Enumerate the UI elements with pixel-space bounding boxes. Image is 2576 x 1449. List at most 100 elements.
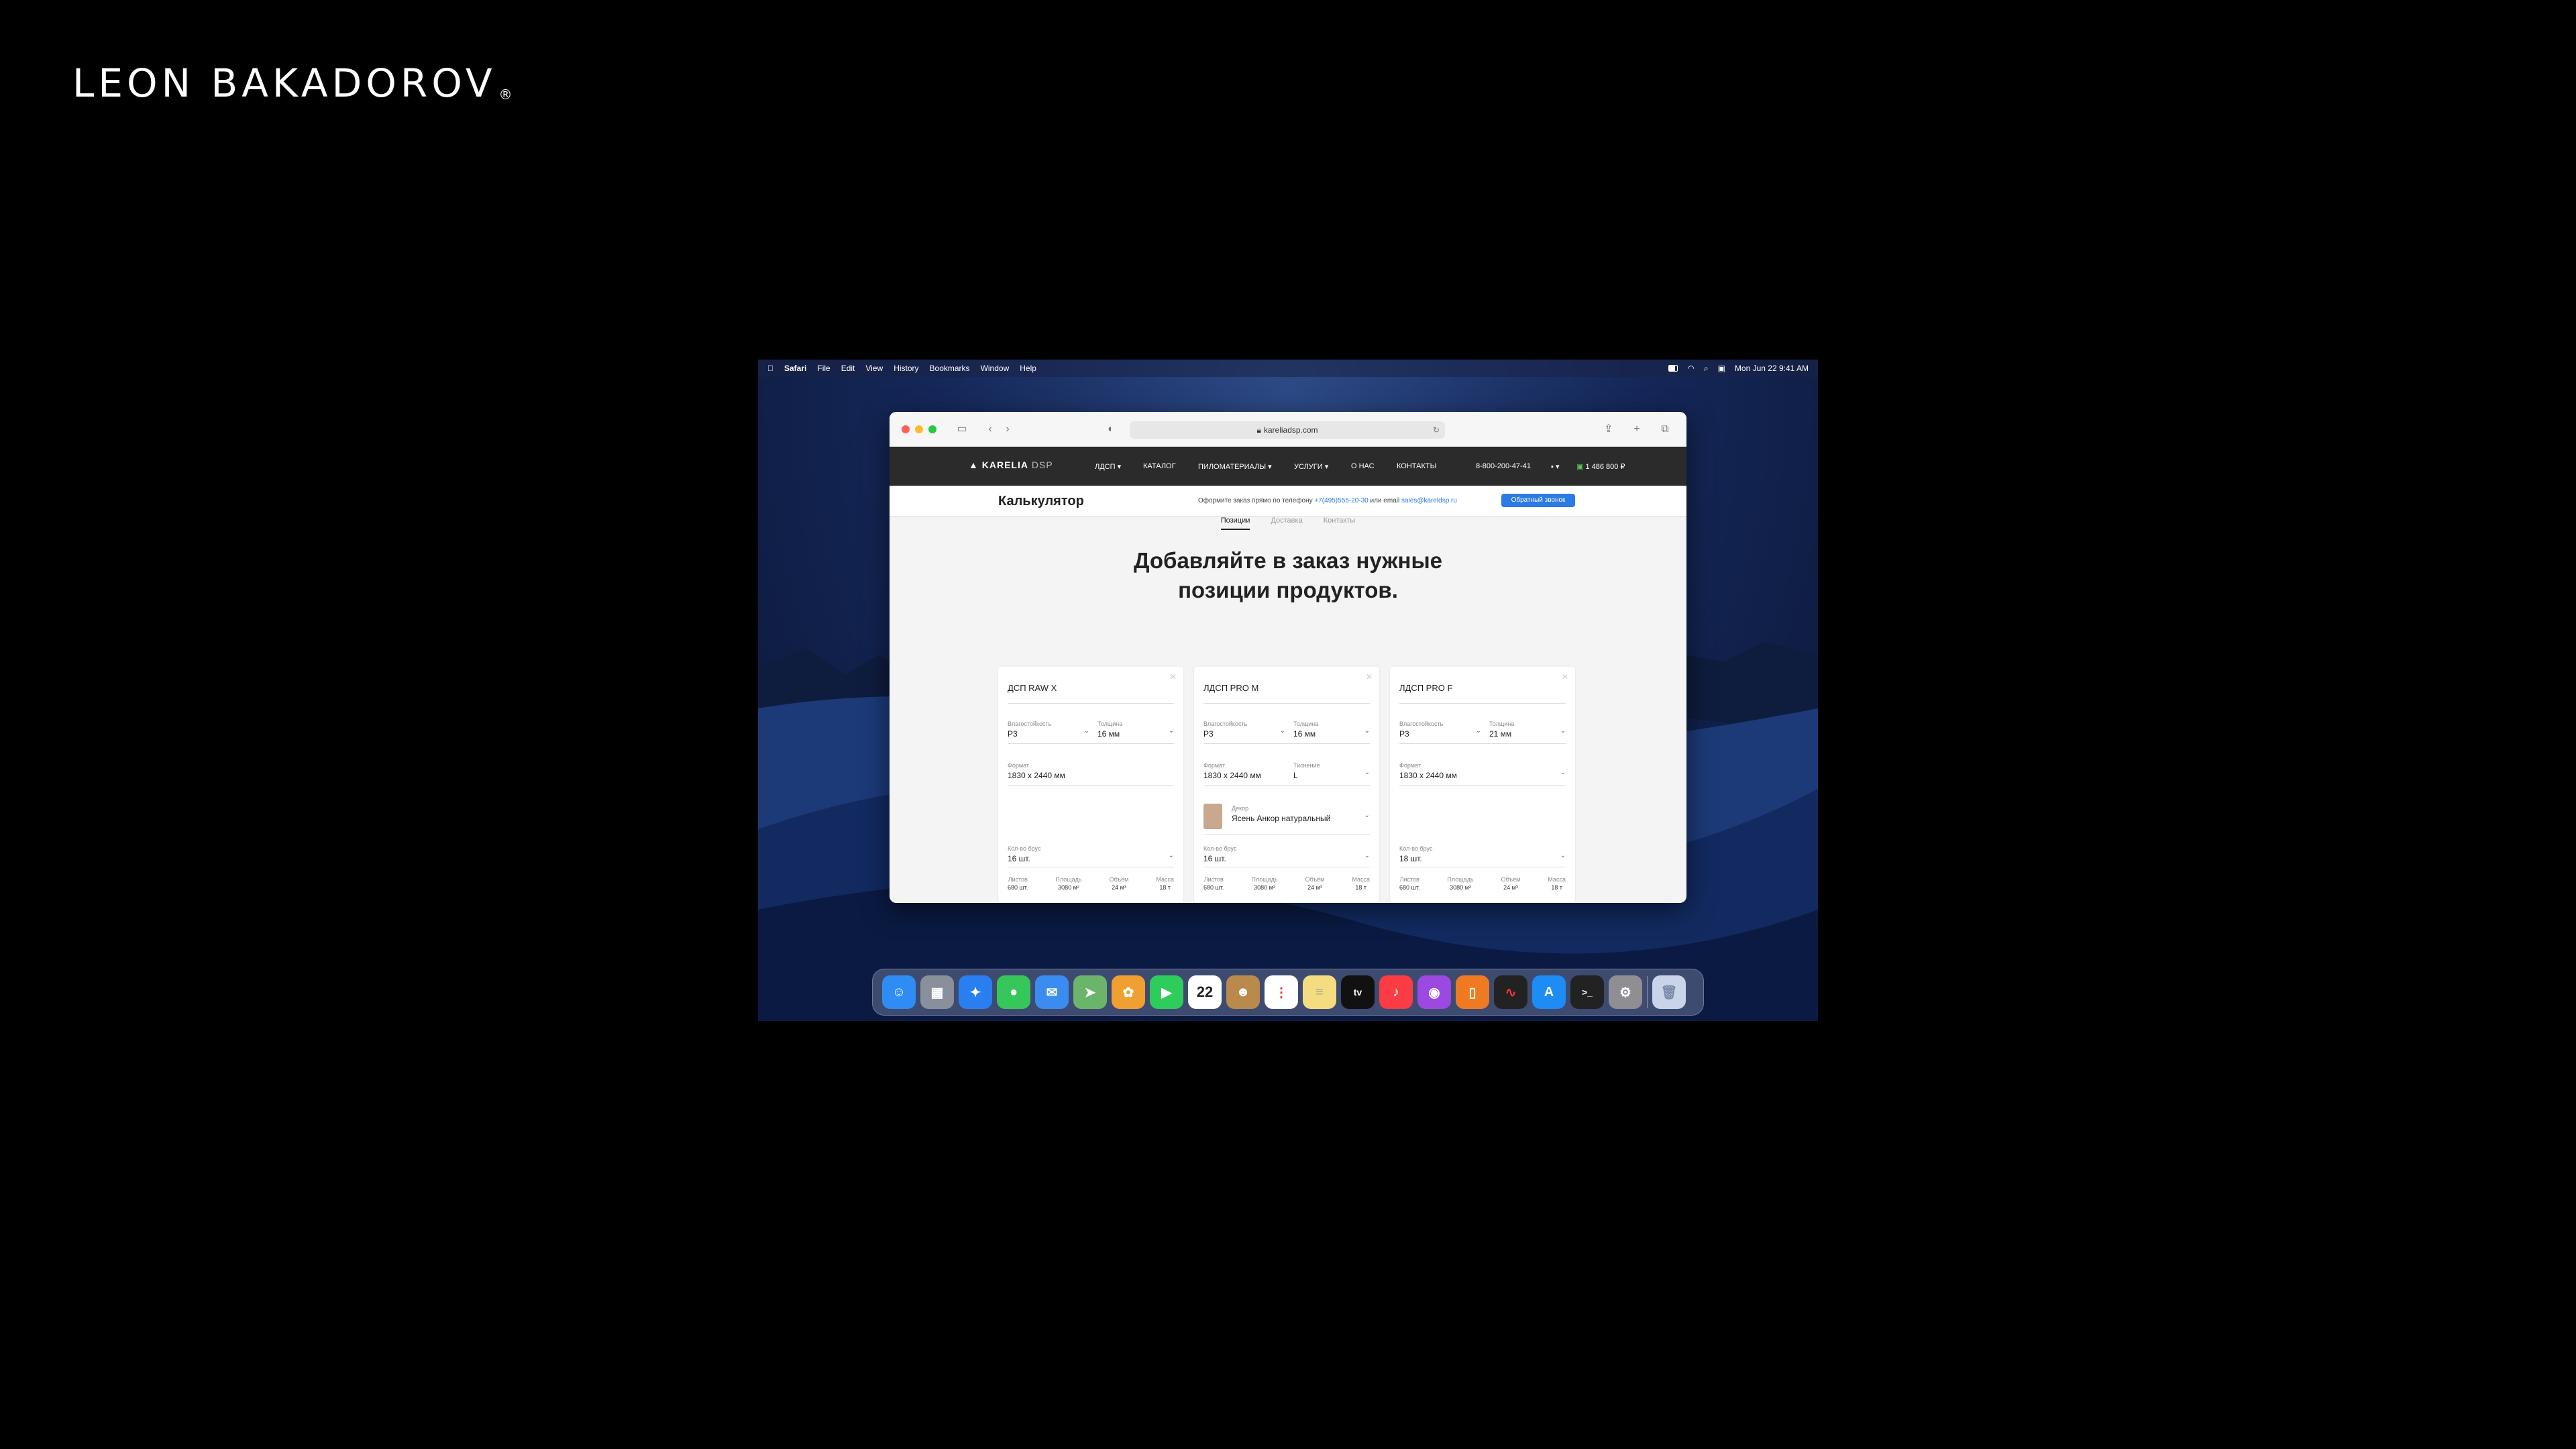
product-card: ДСП RAW X ✕ Влагостойкость Р3 ⌄ Толщина 16 … — [998, 667, 1183, 903]
nav-services[interactable]: УСЛУГИ ▾ — [1294, 462, 1328, 471]
cart-icon: ▣ — [1576, 463, 1586, 471]
apple-icon[interactable]:  — [767, 364, 773, 373]
quantity-select[interactable]: Кол-во брус 18 шт. ⌄ — [1399, 845, 1566, 863]
moisture-select[interactable]: Влагостойкость Р3 ⌄ — [1203, 720, 1285, 739]
spotlight-search-icon[interactable]: ⌕ — [1704, 364, 1709, 374]
tab-overview-icon[interactable]: ⧉ — [1658, 423, 1672, 436]
control-center-icon[interactable]: ▣ — [1718, 364, 1725, 373]
quantity-select[interactable]: Кол-во брус 16 шт. ⌄ — [1008, 845, 1174, 863]
address-url: kareliadsp.com — [1263, 425, 1318, 435]
minimize-window-button[interactable] — [915, 425, 923, 433]
format-field[interactable]: Формат 1830 х 2440 мм — [1008, 762, 1174, 780]
chevron-down-icon: ⌄ — [1364, 727, 1370, 735]
card-stats: Листов 680 шт. Площадь 3080 м² Объём 24 м³ … — [1203, 876, 1370, 891]
address-bar[interactable]: 🔒︎ kareliadsp.com ↻ — [1130, 421, 1445, 439]
reminders-icon[interactable]: ⋮ — [1265, 975, 1298, 1009]
remove-card-icon[interactable]: ✕ — [1170, 672, 1177, 682]
emboss-select[interactable]: Тиснение L ⌄ — [1293, 762, 1370, 780]
menu-edit[interactable]: Edit — [841, 364, 855, 373]
chevron-down-icon: ⌄ — [1560, 852, 1566, 859]
new-tab-icon[interactable]: + — [1630, 423, 1644, 436]
mail-icon[interactable]: ✉ — [1035, 975, 1069, 1009]
chevron-down-icon: ⌄ — [1168, 727, 1174, 735]
thickness-select[interactable]: Толщина 21 мм ⌄ — [1489, 720, 1566, 739]
menu-view[interactable]: View — [865, 364, 883, 373]
contacts-icon[interactable]: ☻ — [1226, 975, 1260, 1009]
format-field[interactable]: Формат 1830 х 2440 мм — [1203, 762, 1285, 780]
moisture-select[interactable]: Влагостойкость Р3 ⌄ — [1008, 720, 1089, 739]
share-icon[interactable]: ⇪ — [1602, 423, 1615, 436]
thickness-select[interactable]: Толщина 16 мм ⌄ — [1293, 720, 1370, 739]
menu-window[interactable]: Window — [981, 364, 1010, 373]
nav-contacts[interactable]: КОНТАКТЫ — [1397, 462, 1436, 470]
format-select[interactable]: Формат 1830 х 2440 мм ⌄ — [1399, 762, 1566, 780]
trash-icon[interactable]: 🗑︎ — [1652, 975, 1686, 1009]
remove-card-icon[interactable]: ✕ — [1366, 672, 1373, 682]
messages-icon[interactable]: ● — [997, 975, 1030, 1009]
privacy-shield-icon[interactable]: ◐ — [1104, 423, 1118, 436]
chevron-down-icon: ⌄ — [1168, 852, 1174, 859]
moisture-select[interactable]: Влагостойкость Р3 ⌄ — [1399, 720, 1481, 739]
decor-select[interactable]: Декор Ясень Анкор натуральный ⌄ — [1232, 805, 1370, 823]
product-title: ДСП RAW X — [1008, 683, 1057, 693]
order-email-link[interactable]: sales@kareldsp.ru — [1401, 497, 1457, 504]
calculator-tabs: Позиции Доставка Контакты — [890, 517, 1686, 530]
forward-icon[interactable]: › — [1001, 423, 1014, 436]
quantity-select[interactable]: Кол-во брус 16 шт. ⌄ — [1203, 845, 1370, 863]
chevron-down-icon: ⌄ — [1364, 769, 1370, 776]
tab-delivery[interactable]: Доставка — [1271, 517, 1302, 529]
order-phone-link[interactable]: +7(495)555-20-30 — [1314, 497, 1368, 504]
menu-history[interactable]: History — [894, 364, 918, 373]
system-preferences-icon[interactable]: ⚙ — [1609, 975, 1642, 1009]
reload-icon[interactable]: ↻ — [1433, 425, 1440, 435]
facetime-icon[interactable]: ▶ — [1150, 975, 1183, 1009]
podcasts-icon[interactable]: ◉ — [1417, 975, 1451, 1009]
tab-positions[interactable]: Позиции — [1220, 517, 1250, 530]
site-phone[interactable]: 8-800-200-47-41 — [1476, 462, 1531, 470]
chevron-down-icon: ⌄ — [1364, 812, 1370, 819]
callback-button[interactable]: Обратный звонок — [1501, 494, 1575, 507]
launchpad-icon[interactable]: ▦ — [920, 975, 954, 1009]
nav-catalog[interactable]: КАТАЛОГ — [1143, 462, 1176, 470]
decor-swatch — [1203, 804, 1222, 829]
menu-bookmarks[interactable]: Bookmarks — [930, 364, 970, 373]
dock: ☺ ▦ ✦ ● ✉ ➤ ✿ ▶ 22 ☻ ⋮ ≡ tv ♪ ◉ ▯ ∿ A >_… — [872, 969, 1704, 1016]
order-note: Оформите заказ прямо по телефону +7(495)… — [1198, 497, 1457, 504]
tab-contacts[interactable]: Контакты — [1324, 517, 1356, 529]
voice-memos-icon[interactable]: ∿ — [1494, 975, 1527, 1009]
safari-icon[interactable]: ✦ — [959, 975, 992, 1009]
battery-icon[interactable] — [1668, 365, 1678, 372]
nav-about[interactable]: О НАС — [1351, 462, 1375, 470]
product-card: ЛДСП PRO M ✕ Влагостойкость Р3 ⌄ Толщина 16… — [1194, 667, 1379, 903]
menu-app-name[interactable]: Safari — [784, 364, 806, 373]
finder-icon[interactable]: ☺ — [882, 975, 916, 1009]
notes-icon[interactable]: ≡ — [1303, 975, 1336, 1009]
menu-file[interactable]: File — [817, 364, 830, 373]
books-icon[interactable]: ▯ — [1456, 975, 1489, 1009]
nav-ldsp[interactable]: ЛДСП ▾ — [1095, 462, 1121, 471]
language-flag-icon[interactable]: ▪ ▾ — [1551, 462, 1559, 471]
back-icon[interactable]: ‹ — [983, 423, 997, 436]
app-store-icon[interactable]: A — [1532, 975, 1566, 1009]
wifi-icon[interactable]: ◠ — [1687, 364, 1694, 373]
music-icon[interactable]: ♪ — [1379, 975, 1413, 1009]
menu-help[interactable]: Help — [1020, 364, 1036, 373]
sidebar-icon[interactable]: ▭ — [955, 423, 969, 436]
maps-icon[interactable]: ➤ — [1073, 975, 1107, 1009]
thickness-select[interactable]: Толщина 16 мм ⌄ — [1097, 720, 1174, 739]
menu-clock[interactable]: Mon Jun 22 9:41 AM — [1735, 364, 1809, 373]
calendar-icon[interactable]: 22 — [1188, 975, 1222, 1009]
apple-tv-icon[interactable]: tv — [1341, 975, 1375, 1009]
zoom-window-button[interactable] — [928, 425, 936, 433]
nav-lumber[interactable]: ПИЛОМАТЕРИАЛЫ ▾ — [1198, 462, 1272, 471]
remove-card-icon[interactable]: ✕ — [1562, 672, 1568, 682]
close-window-button[interactable] — [902, 425, 910, 433]
safari-window: ▭ ‹ › ◐ 🔒︎ kareliadsp.com ↻ ⇪ + ⧉ ▲ KARE… — [890, 412, 1686, 903]
cart-total[interactable]: ▣ 1 486 800 ₽ — [1576, 462, 1625, 471]
terminal-icon[interactable]: >_ — [1570, 975, 1604, 1009]
chevron-down-icon: ⌄ — [1083, 727, 1089, 735]
chevron-down-icon: ⌄ — [1475, 727, 1481, 735]
photos-icon[interactable]: ✿ — [1112, 975, 1145, 1009]
site-logo[interactable]: ▲ KARELIA DSP — [969, 460, 1053, 470]
card-stats: Листов 680 шт. Площадь 3080 м² Объём 24 м³ … — [1008, 876, 1174, 891]
